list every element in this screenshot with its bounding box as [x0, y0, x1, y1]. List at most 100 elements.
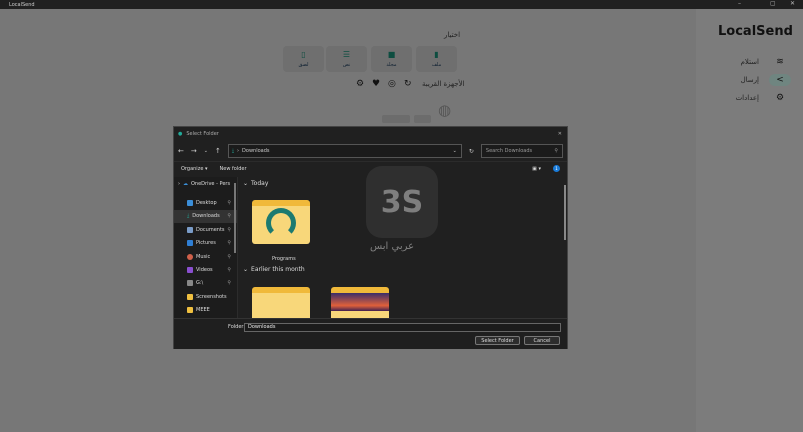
- dialog-title: Select Folder: [186, 131, 219, 137]
- program-icon: [266, 208, 296, 238]
- file-button[interactable]: ▮ ملف: [416, 46, 457, 72]
- videos-icon: [187, 267, 193, 274]
- app-brand: LocalSend: [718, 24, 793, 39]
- content-scrollbar[interactable]: [564, 185, 566, 240]
- folder-icon: ■: [387, 50, 396, 59]
- chevron-down-icon: ⌄: [243, 180, 249, 187]
- sidebar-item-receive[interactable]: استلام ≋: [741, 56, 791, 68]
- nav-item-onedrive[interactable]: › ☁ OneDrive - Pers: [174, 177, 237, 190]
- folder-item[interactable]: [252, 287, 310, 318]
- folder-label: Folder:: [228, 324, 246, 330]
- nav-label: Music: [196, 253, 211, 260]
- back-button[interactable]: ←: [178, 147, 184, 155]
- placeholder-chip: [414, 115, 431, 123]
- image-preview: [331, 293, 389, 311]
- organize-menu[interactable]: Organize ▾: [181, 166, 208, 172]
- download-icon: ⤓: [187, 213, 190, 220]
- new-folder-button[interactable]: New folder: [220, 166, 247, 172]
- forward-button[interactable]: →: [191, 147, 197, 155]
- nav-item-pictures[interactable]: Pictures ⚲: [174, 237, 237, 250]
- nav-item-screenshots[interactable]: Screenshots: [174, 290, 237, 303]
- music-icon: [187, 253, 193, 260]
- download-icon: ⤓: [231, 148, 235, 154]
- globe-icon: ◍: [438, 101, 452, 119]
- folder-icon: [187, 293, 193, 300]
- nav-label: MEEE: [196, 307, 210, 314]
- sidebar-item-send[interactable]: إرسال <: [741, 74, 791, 86]
- pin-icon: ⚲: [227, 253, 231, 260]
- chevron-down-icon[interactable]: ⌄: [453, 148, 457, 154]
- navigation-pane: › ☁ OneDrive - Pers Desktop ⚲ ⤓ Downloads ⚲ D…: [174, 177, 238, 318]
- pin-icon: ⚲: [227, 240, 231, 247]
- pin-icon: ⚲: [227, 267, 231, 274]
- view-menu[interactable]: ▣ ▾: [532, 166, 541, 172]
- folder-name: Programs: [272, 256, 296, 262]
- nav-item-desktop[interactable]: Desktop ⚲: [174, 196, 237, 209]
- nearby-devices-heading: الأجهزة القريبة: [422, 80, 465, 88]
- sidebar-item-label: إعدادات: [735, 94, 759, 102]
- paste-button[interactable]: ▯ لصق: [283, 46, 324, 72]
- gear-icon[interactable]: ⚙: [356, 79, 364, 89]
- text-button[interactable]: ☰ نص: [326, 46, 367, 72]
- folder-item[interactable]: [331, 287, 389, 318]
- help-badge[interactable]: 1: [553, 165, 560, 172]
- button-label: مجلد: [386, 62, 397, 68]
- desktop-icon: [187, 200, 193, 207]
- pin-icon: ⚲: [227, 226, 231, 233]
- drive-icon: [187, 280, 193, 287]
- select-folder-button[interactable]: Select Folder: [475, 336, 520, 345]
- group-header-earlier[interactable]: ⌄ Earlier this month: [243, 266, 305, 273]
- sidebar: [696, 9, 803, 432]
- button-label: لصق: [298, 62, 309, 68]
- scan-icon[interactable]: ◎: [388, 79, 396, 89]
- folder-programs[interactable]: [252, 200, 310, 244]
- refresh-button[interactable]: ↻: [469, 148, 474, 155]
- search-input[interactable]: Search Downloads ⚲: [480, 144, 563, 158]
- selection-heading: اختيار: [444, 31, 461, 39]
- chevron-right-icon: ›: [237, 148, 240, 154]
- nav-item-downloads[interactable]: ⤓ Downloads ⚲: [174, 209, 237, 224]
- pin-icon: ⚲: [227, 200, 231, 207]
- dialog-close-button[interactable]: ✕: [558, 131, 562, 137]
- nav-item-meee[interactable]: MEEE: [174, 304, 237, 317]
- pin-icon: ⚲: [227, 280, 231, 287]
- folder-input[interactable]: Downloads: [244, 323, 561, 332]
- nav-item-documents[interactable]: Documents ⚲: [174, 223, 237, 236]
- file-icon: ▮: [434, 50, 439, 59]
- search-placeholder: Search Downloads: [485, 148, 533, 154]
- cancel-button[interactable]: Cancel: [524, 336, 560, 345]
- nav-label: Pictures: [196, 240, 216, 247]
- up-button[interactable]: ↑: [215, 147, 221, 155]
- pin-icon: ⚲: [227, 213, 231, 220]
- nav-label: Documents: [196, 226, 225, 233]
- refresh-icon[interactable]: ↻: [404, 79, 412, 89]
- nav-label: Desktop: [196, 200, 217, 207]
- folder-icon: [187, 307, 193, 314]
- address-bar[interactable]: ⤓ › Downloads ⌄: [227, 144, 462, 158]
- chevron-down-icon: ⌄: [243, 266, 249, 273]
- window-titlebar: LocalSend – ▢ ✕: [0, 0, 803, 9]
- close-button[interactable]: ✕: [790, 0, 795, 7]
- heart-icon[interactable]: ♥: [372, 79, 380, 89]
- nav-label: OneDrive - Pers: [191, 180, 231, 187]
- dialog-titlebar: ● Select Folder ✕: [174, 127, 567, 141]
- group-header-today[interactable]: ⌄ Today: [243, 180, 268, 187]
- text-icon: ☰: [342, 50, 351, 59]
- sidebar-item-settings[interactable]: إعدادات ⚙: [736, 92, 791, 104]
- nav-label: Videos: [196, 267, 213, 274]
- minimize-button[interactable]: –: [738, 0, 741, 7]
- folder-button[interactable]: ■ مجلد: [371, 46, 412, 72]
- sidebar-item-label: استلام: [740, 58, 759, 66]
- nav-item-drive-g[interactable]: G:\ ⚲: [174, 277, 237, 290]
- nav-item-videos[interactable]: Videos ⚲: [174, 263, 237, 276]
- nav-scrollbar[interactable]: [234, 183, 236, 253]
- watermark-text: عربي ابس: [370, 241, 415, 252]
- maximize-button[interactable]: ▢: [770, 0, 776, 7]
- nav-label: Downloads: [192, 213, 220, 220]
- group-label: Today: [251, 180, 269, 187]
- documents-icon: [187, 226, 193, 233]
- nav-label: G:\: [196, 280, 204, 287]
- nav-item-music[interactable]: Music ⚲: [174, 250, 237, 263]
- address-path: Downloads: [242, 148, 270, 154]
- recent-dropdown[interactable]: ⌄: [204, 148, 208, 154]
